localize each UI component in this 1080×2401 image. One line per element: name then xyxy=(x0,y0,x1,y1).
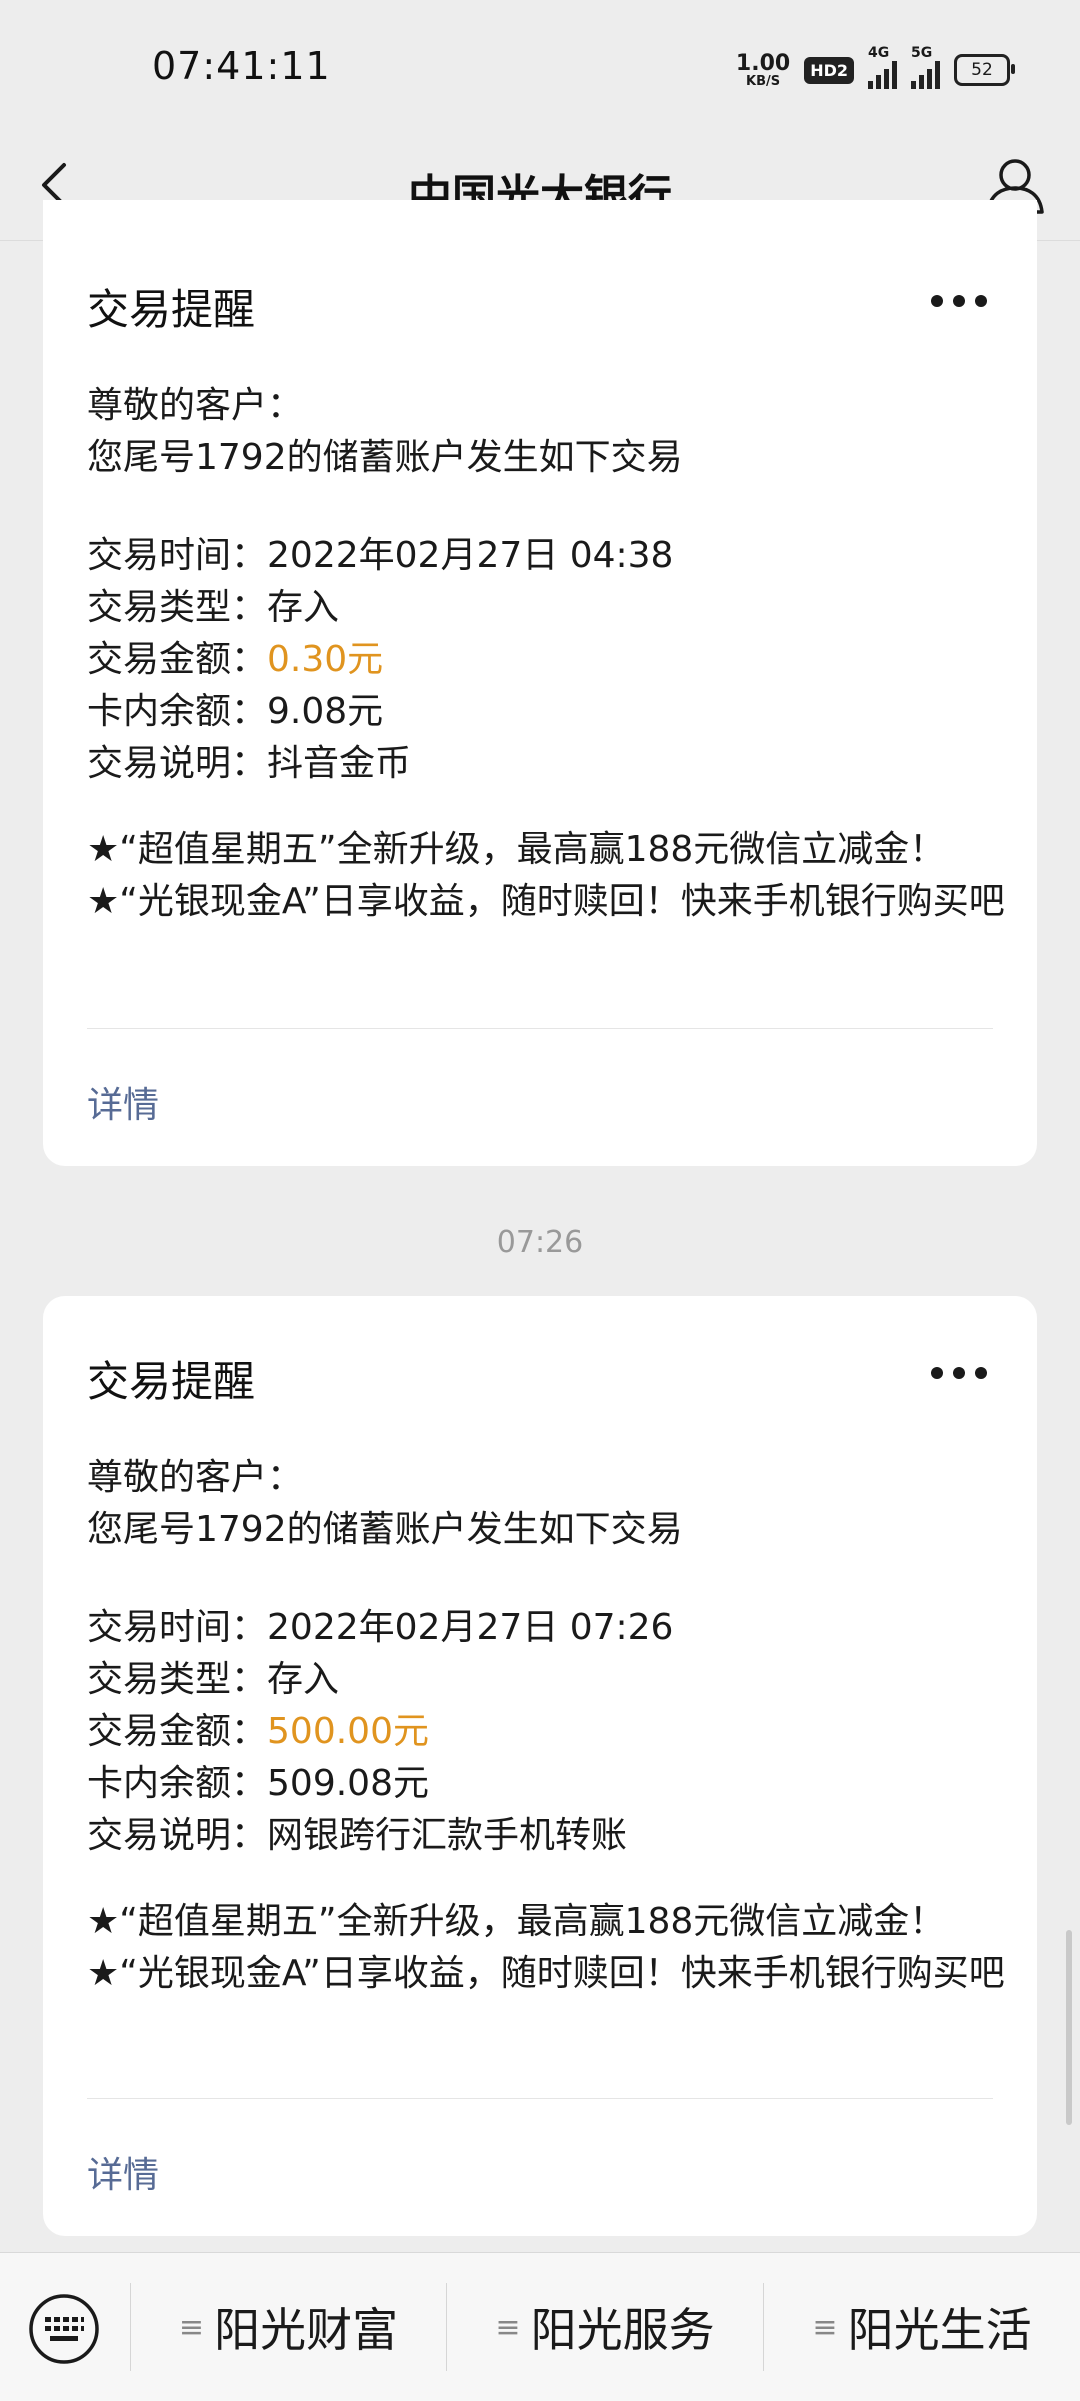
intro-text: 您尾号1792的储蓄账户发生如下交易 xyxy=(87,437,683,478)
menu-item-service[interactable]: ≡ 阳光服务 xyxy=(447,2253,763,2401)
status-time: 07:41:11 xyxy=(152,44,331,88)
divider xyxy=(87,1028,993,1029)
promo-text-2: ★“光银现金A”日享收益，随时赎回！快来手机银行购买吧 xyxy=(87,881,1005,922)
menu-icon: ≡ xyxy=(178,2309,205,2345)
intro-text: 您尾号1792的储蓄账户发生如下交易 xyxy=(87,1509,683,1550)
detail-link[interactable]: 详情 xyxy=(87,1076,159,1128)
field-balance: 卡内余额：509.08元 xyxy=(87,1763,429,1804)
more-icon[interactable] xyxy=(931,295,987,309)
menu-item-wealth[interactable]: ≡ 阳光财富 xyxy=(131,2253,446,2401)
more-icon[interactable] xyxy=(931,1367,987,1381)
menu-item-label: 阳光服务 xyxy=(530,2303,715,2357)
field-amount: 交易金额：500.00元 xyxy=(87,1711,429,1752)
greeting: 尊敬的客户： xyxy=(87,385,304,426)
menu-item-life[interactable]: ≡ 阳光生活 xyxy=(764,2253,1080,2401)
field-amount: 交易金额：0.30元 xyxy=(87,639,384,680)
status-icons: 1.00 KB/S HD2 4G 5G 52 xyxy=(735,45,1015,92)
field-time: 交易时间：2022年02月27日 07:26 xyxy=(87,1607,674,1648)
divider xyxy=(87,2098,993,2099)
greeting: 尊敬的客户： xyxy=(87,1457,304,1498)
scrollbar[interactable] xyxy=(1066,1930,1072,2125)
promo-text-2: ★“光银现金A”日享收益，随时赎回！快来手机银行购买吧 xyxy=(87,1953,1005,1994)
message-card: 交易提醒 尊敬的客户： 您尾号1792的储蓄账户发生如下交易 交易时间：2022… xyxy=(43,200,1037,1166)
field-type: 交易类型：存入 xyxy=(87,587,340,628)
amount-value: 500.00元 xyxy=(267,1711,429,1752)
menu-icon: ≡ xyxy=(495,2309,521,2345)
field-type: 交易类型：存入 xyxy=(87,1659,340,1700)
field-description: 交易说明：抖音金币 xyxy=(87,743,412,784)
card-title: 交易提醒 xyxy=(87,285,256,334)
signal-4g-icon: 4G xyxy=(868,45,897,89)
menu-item-label: 阳光生活 xyxy=(847,2303,1032,2357)
menu-icon: ≡ xyxy=(812,2309,838,2345)
battery-icon: 52 xyxy=(954,54,1015,86)
field-time: 交易时间：2022年02月27日 04:38 xyxy=(87,535,674,576)
keyboard-icon[interactable] xyxy=(28,2293,100,2365)
detail-link[interactable]: 详情 xyxy=(87,2146,159,2198)
signal-5g-icon: 5G xyxy=(911,45,940,89)
message-card: 交易提醒 尊敬的客户： 您尾号1792的储蓄账户发生如下交易 交易时间：2022… xyxy=(43,1296,1037,2236)
menu-item-label: 阳光财富 xyxy=(214,2303,399,2357)
status-bar: 07:41:11 1.00 KB/S HD2 4G 5G 52 xyxy=(0,0,1080,136)
hd-voice-icon: HD2 xyxy=(804,56,854,84)
field-description: 交易说明：网银跨行汇款手机转账 xyxy=(87,1815,628,1856)
promo-text-1: ★“超值星期五”全新升级，最高赢188元微信立减金！ xyxy=(87,829,946,870)
card-title: 交易提醒 xyxy=(87,1357,256,1406)
message-timestamp: 07:26 xyxy=(496,1225,584,1260)
field-balance: 卡内余额：9.08元 xyxy=(87,691,384,732)
promo-text-1: ★“超值星期五”全新升级，最高赢188元微信立减金！ xyxy=(87,1901,946,1942)
bottom-menu: ≡ 阳光财富 ≡ 阳光服务 ≡ 阳光生活 xyxy=(0,2252,1080,2401)
amount-value: 0.30元 xyxy=(267,639,384,680)
network-speed: 1.00 KB/S xyxy=(735,50,791,89)
